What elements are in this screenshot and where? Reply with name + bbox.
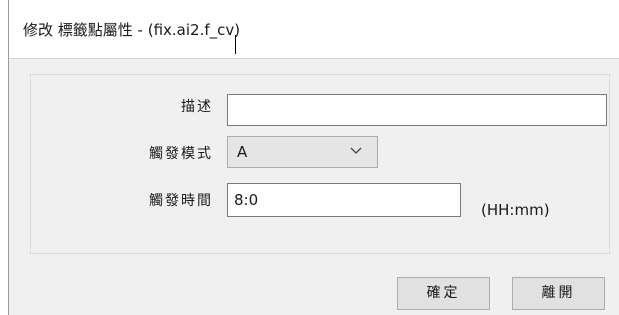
edit-tag-point-dialog: 修改 標籤點屬性 - (fix.ai2.f_cv) 描述 觸發模式 A 觸發時間… — [0, 0, 619, 315]
trigger-time-input[interactable] — [227, 183, 461, 217]
close-button[interactable]: 離開 — [512, 277, 605, 310]
text-caret — [235, 35, 236, 54]
description-label: 描述 — [181, 99, 213, 115]
trigger-mode-label: 觸發模式 — [149, 146, 213, 162]
dialog-client-area: 描述 觸發模式 A 觸發時間 (HH:mm) 確定 離開 — [9, 35, 619, 315]
time-format-hint: (HH:mm) — [481, 201, 550, 219]
window-title: 修改 標籤點屬性 - (fix.ai2.f_cv) — [23, 21, 241, 39]
trigger-mode-value: A — [237, 143, 248, 161]
trigger-time-label: 觸發時間 — [149, 193, 213, 209]
description-input[interactable] — [227, 94, 607, 126]
ok-button[interactable]: 確定 — [397, 277, 490, 310]
trigger-mode-select[interactable]: A — [227, 136, 378, 168]
chevron-down-icon — [350, 147, 362, 154]
title-bar[interactable]: 修改 標籤點屬性 - (fix.ai2.f_cv) — [9, 0, 619, 58]
